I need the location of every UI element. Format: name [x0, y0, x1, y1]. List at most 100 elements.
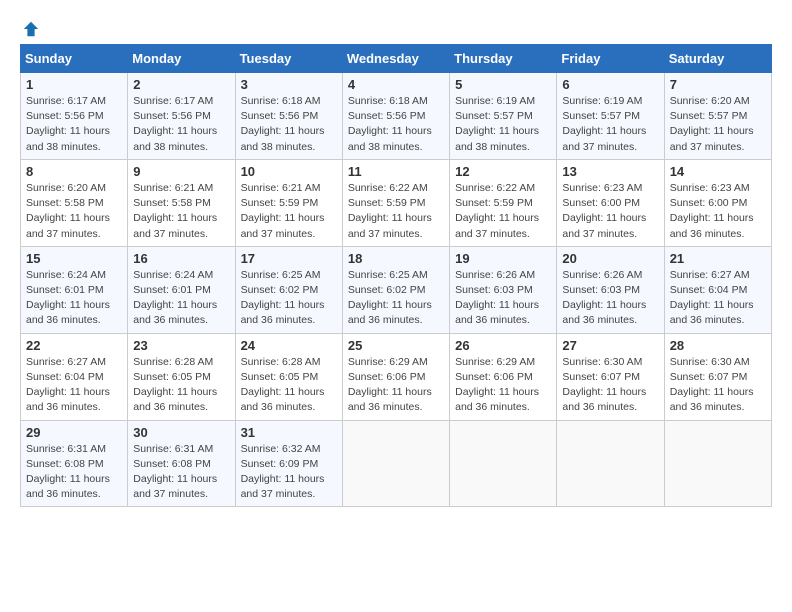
day-number: 16 — [133, 251, 229, 266]
day-number: 26 — [455, 338, 551, 353]
logo-icon — [22, 20, 40, 38]
day-info: Sunrise: 6:30 AMSunset: 6:07 PMDaylight:… — [562, 356, 646, 414]
day-number: 28 — [670, 338, 766, 353]
calendar-cell: 16 Sunrise: 6:24 AMSunset: 6:01 PMDaylig… — [128, 246, 235, 333]
day-info: Sunrise: 6:22 AMSunset: 5:59 PMDaylight:… — [455, 182, 539, 240]
day-number: 15 — [26, 251, 122, 266]
day-header-saturday: Saturday — [664, 45, 771, 73]
day-info: Sunrise: 6:18 AMSunset: 5:56 PMDaylight:… — [241, 95, 325, 153]
calendar-cell: 26 Sunrise: 6:29 AMSunset: 6:06 PMDaylig… — [450, 333, 557, 420]
calendar-cell: 14 Sunrise: 6:23 AMSunset: 6:00 PMDaylig… — [664, 159, 771, 246]
calendar-cell: 29 Sunrise: 6:31 AMSunset: 6:08 PMDaylig… — [21, 420, 128, 507]
day-number: 14 — [670, 164, 766, 179]
day-header-tuesday: Tuesday — [235, 45, 342, 73]
calendar-cell: 20 Sunrise: 6:26 AMSunset: 6:03 PMDaylig… — [557, 246, 664, 333]
day-number: 7 — [670, 77, 766, 92]
day-number: 18 — [348, 251, 444, 266]
calendar-header: SundayMondayTuesdayWednesdayThursdayFrid… — [21, 45, 772, 73]
day-number: 6 — [562, 77, 658, 92]
calendar-cell: 19 Sunrise: 6:26 AMSunset: 6:03 PMDaylig… — [450, 246, 557, 333]
day-info: Sunrise: 6:26 AMSunset: 6:03 PMDaylight:… — [455, 269, 539, 327]
day-info: Sunrise: 6:25 AMSunset: 6:02 PMDaylight:… — [241, 269, 325, 327]
logo — [20, 20, 40, 34]
calendar-cell: 6 Sunrise: 6:19 AMSunset: 5:57 PMDayligh… — [557, 73, 664, 160]
calendar-cell: 13 Sunrise: 6:23 AMSunset: 6:00 PMDaylig… — [557, 159, 664, 246]
day-info: Sunrise: 6:22 AMSunset: 5:59 PMDaylight:… — [348, 182, 432, 240]
calendar-cell — [342, 420, 449, 507]
calendar-cell: 27 Sunrise: 6:30 AMSunset: 6:07 PMDaylig… — [557, 333, 664, 420]
day-number: 4 — [348, 77, 444, 92]
day-info: Sunrise: 6:20 AMSunset: 5:58 PMDaylight:… — [26, 182, 110, 240]
calendar-cell: 18 Sunrise: 6:25 AMSunset: 6:02 PMDaylig… — [342, 246, 449, 333]
day-info: Sunrise: 6:32 AMSunset: 6:09 PMDaylight:… — [241, 443, 325, 501]
day-info: Sunrise: 6:19 AMSunset: 5:57 PMDaylight:… — [562, 95, 646, 153]
day-header-thursday: Thursday — [450, 45, 557, 73]
day-number: 10 — [241, 164, 337, 179]
day-number: 31 — [241, 425, 337, 440]
calendar-cell: 5 Sunrise: 6:19 AMSunset: 5:57 PMDayligh… — [450, 73, 557, 160]
day-number: 8 — [26, 164, 122, 179]
day-info: Sunrise: 6:26 AMSunset: 6:03 PMDaylight:… — [562, 269, 646, 327]
day-info: Sunrise: 6:31 AMSunset: 6:08 PMDaylight:… — [26, 443, 110, 501]
calendar-cell: 23 Sunrise: 6:28 AMSunset: 6:05 PMDaylig… — [128, 333, 235, 420]
day-number: 30 — [133, 425, 229, 440]
calendar-cell — [664, 420, 771, 507]
calendar-cell: 22 Sunrise: 6:27 AMSunset: 6:04 PMDaylig… — [21, 333, 128, 420]
day-info: Sunrise: 6:31 AMSunset: 6:08 PMDaylight:… — [133, 443, 217, 501]
calendar-week-5: 29 Sunrise: 6:31 AMSunset: 6:08 PMDaylig… — [21, 420, 772, 507]
calendar-cell: 25 Sunrise: 6:29 AMSunset: 6:06 PMDaylig… — [342, 333, 449, 420]
day-number: 13 — [562, 164, 658, 179]
day-info: Sunrise: 6:30 AMSunset: 6:07 PMDaylight:… — [670, 356, 754, 414]
calendar-cell: 9 Sunrise: 6:21 AMSunset: 5:58 PMDayligh… — [128, 159, 235, 246]
day-number: 12 — [455, 164, 551, 179]
day-number: 20 — [562, 251, 658, 266]
calendar-cell: 10 Sunrise: 6:21 AMSunset: 5:59 PMDaylig… — [235, 159, 342, 246]
day-info: Sunrise: 6:23 AMSunset: 6:00 PMDaylight:… — [670, 182, 754, 240]
day-number: 23 — [133, 338, 229, 353]
calendar-cell: 8 Sunrise: 6:20 AMSunset: 5:58 PMDayligh… — [21, 159, 128, 246]
calendar-cell — [557, 420, 664, 507]
day-info: Sunrise: 6:21 AMSunset: 5:59 PMDaylight:… — [241, 182, 325, 240]
day-number: 9 — [133, 164, 229, 179]
calendar-cell: 17 Sunrise: 6:25 AMSunset: 6:02 PMDaylig… — [235, 246, 342, 333]
calendar-cell: 1 Sunrise: 6:17 AMSunset: 5:56 PMDayligh… — [21, 73, 128, 160]
day-header-monday: Monday — [128, 45, 235, 73]
day-number: 3 — [241, 77, 337, 92]
day-info: Sunrise: 6:27 AMSunset: 6:04 PMDaylight:… — [670, 269, 754, 327]
day-header-friday: Friday — [557, 45, 664, 73]
calendar-cell: 31 Sunrise: 6:32 AMSunset: 6:09 PMDaylig… — [235, 420, 342, 507]
day-number: 11 — [348, 164, 444, 179]
calendar-cell — [450, 420, 557, 507]
calendar-cell: 3 Sunrise: 6:18 AMSunset: 5:56 PMDayligh… — [235, 73, 342, 160]
calendar-week-4: 22 Sunrise: 6:27 AMSunset: 6:04 PMDaylig… — [21, 333, 772, 420]
calendar-table: SundayMondayTuesdayWednesdayThursdayFrid… — [20, 44, 772, 507]
day-info: Sunrise: 6:23 AMSunset: 6:00 PMDaylight:… — [562, 182, 646, 240]
day-info: Sunrise: 6:28 AMSunset: 6:05 PMDaylight:… — [133, 356, 217, 414]
day-info: Sunrise: 6:24 AMSunset: 6:01 PMDaylight:… — [133, 269, 217, 327]
calendar-cell: 21 Sunrise: 6:27 AMSunset: 6:04 PMDaylig… — [664, 246, 771, 333]
day-info: Sunrise: 6:24 AMSunset: 6:01 PMDaylight:… — [26, 269, 110, 327]
day-number: 1 — [26, 77, 122, 92]
day-number: 24 — [241, 338, 337, 353]
day-number: 2 — [133, 77, 229, 92]
day-info: Sunrise: 6:29 AMSunset: 6:06 PMDaylight:… — [455, 356, 539, 414]
day-info: Sunrise: 6:28 AMSunset: 6:05 PMDaylight:… — [241, 356, 325, 414]
day-number: 22 — [26, 338, 122, 353]
day-number: 19 — [455, 251, 551, 266]
calendar-week-1: 1 Sunrise: 6:17 AMSunset: 5:56 PMDayligh… — [21, 73, 772, 160]
day-info: Sunrise: 6:17 AMSunset: 5:56 PMDaylight:… — [133, 95, 217, 153]
calendar-cell: 28 Sunrise: 6:30 AMSunset: 6:07 PMDaylig… — [664, 333, 771, 420]
day-header-sunday: Sunday — [21, 45, 128, 73]
day-info: Sunrise: 6:25 AMSunset: 6:02 PMDaylight:… — [348, 269, 432, 327]
day-number: 21 — [670, 251, 766, 266]
day-header-wednesday: Wednesday — [342, 45, 449, 73]
calendar-cell: 24 Sunrise: 6:28 AMSunset: 6:05 PMDaylig… — [235, 333, 342, 420]
day-info: Sunrise: 6:27 AMSunset: 6:04 PMDaylight:… — [26, 356, 110, 414]
calendar-cell: 30 Sunrise: 6:31 AMSunset: 6:08 PMDaylig… — [128, 420, 235, 507]
day-number: 5 — [455, 77, 551, 92]
day-info: Sunrise: 6:17 AMSunset: 5:56 PMDaylight:… — [26, 95, 110, 153]
calendar-cell: 12 Sunrise: 6:22 AMSunset: 5:59 PMDaylig… — [450, 159, 557, 246]
calendar-cell: 2 Sunrise: 6:17 AMSunset: 5:56 PMDayligh… — [128, 73, 235, 160]
day-number: 29 — [26, 425, 122, 440]
calendar-cell: 11 Sunrise: 6:22 AMSunset: 5:59 PMDaylig… — [342, 159, 449, 246]
